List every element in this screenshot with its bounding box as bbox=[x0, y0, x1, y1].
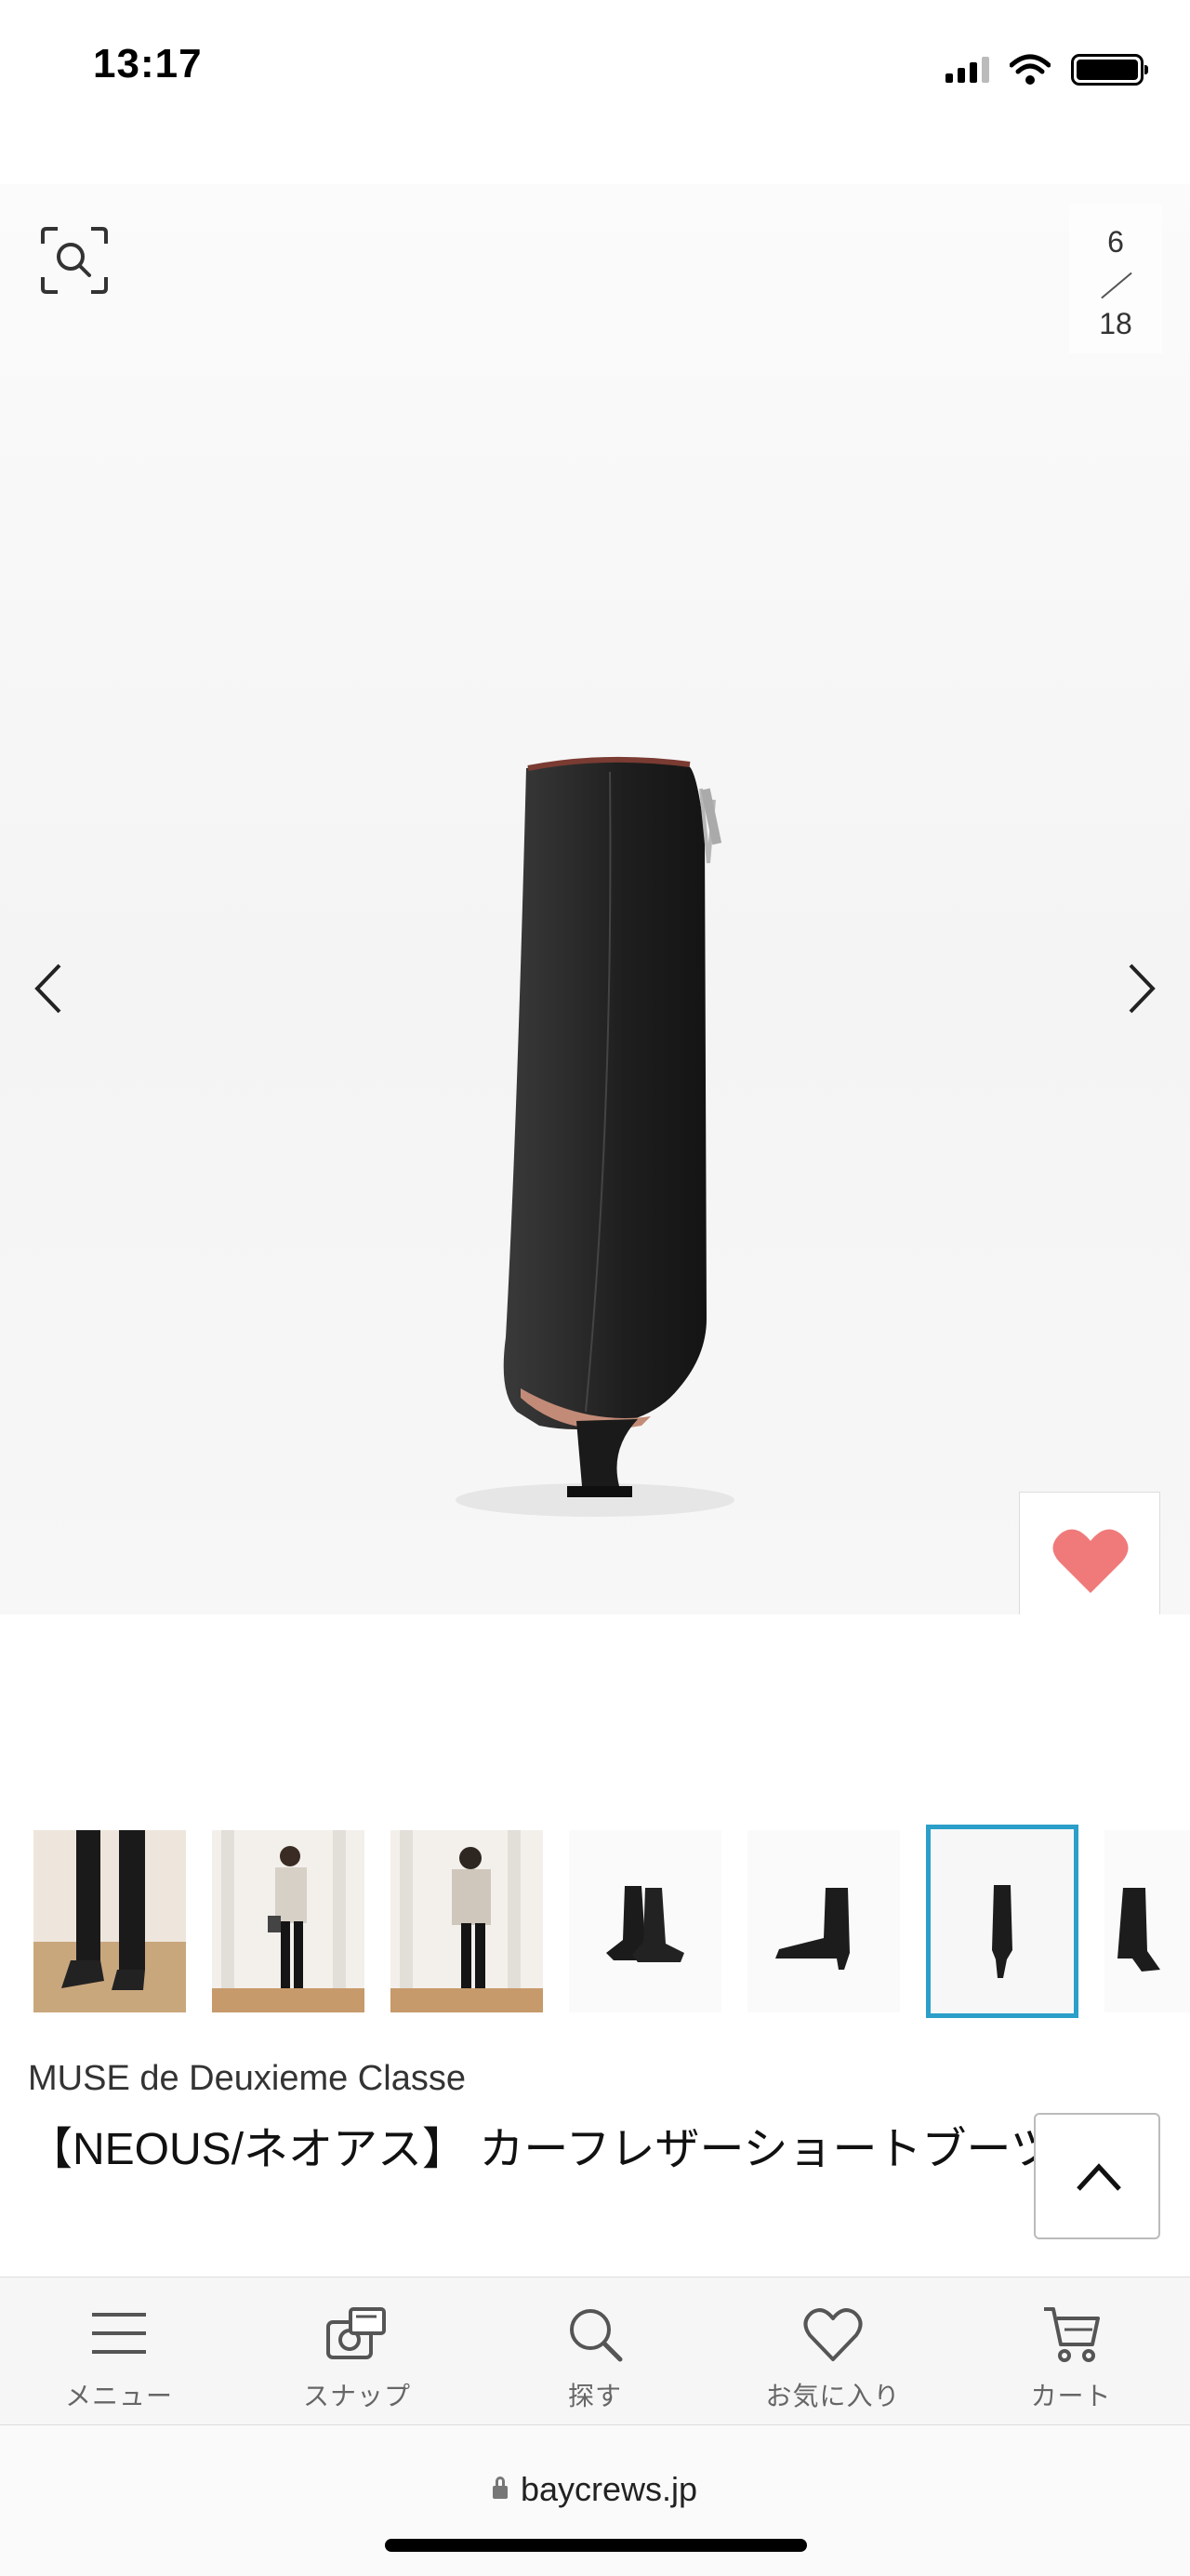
chevron-up-icon bbox=[1077, 2163, 1121, 2191]
image-counter-current: 6 bbox=[1107, 225, 1124, 259]
tab-snap[interactable]: スナップ bbox=[238, 2277, 476, 2424]
lock-icon bbox=[492, 2476, 508, 2499]
thumbnail-item[interactable] bbox=[33, 1830, 186, 2012]
camera-icon bbox=[326, 2307, 386, 2359]
status-time: 13:17 bbox=[93, 41, 203, 86]
image-counter: 6 18 bbox=[1069, 205, 1162, 353]
product-title: 【NEOUS/ネオアス】 カーフレザーショートブーツ bbox=[28, 2125, 1055, 2174]
heart-outline-icon bbox=[803, 2308, 863, 2361]
bottom-tab-bar: メニュー スナップ 探す お気に入り カート bbox=[0, 2277, 1190, 2425]
zoom-search-icon[interactable] bbox=[37, 223, 112, 298]
url-display[interactable]: baycrews.jp bbox=[0, 2470, 1190, 2509]
tab-label: 探す bbox=[567, 2382, 622, 2410]
status-icons bbox=[945, 54, 1148, 86]
tab-label: カート bbox=[1030, 2382, 1112, 2410]
heart-icon bbox=[1052, 1529, 1129, 1593]
tab-label: お気に入り bbox=[765, 2382, 901, 2410]
cellular-signal-icon bbox=[945, 57, 989, 83]
image-counter-divider bbox=[1101, 272, 1132, 299]
thumbnail-item-active[interactable] bbox=[926, 1825, 1078, 2018]
favorite-button[interactable]: 224 bbox=[1019, 1492, 1160, 1614]
tab-label: メニュー bbox=[64, 2382, 173, 2410]
cart-icon bbox=[1044, 2307, 1100, 2362]
search-icon bbox=[570, 2309, 623, 2362]
previous-image-button[interactable] bbox=[19, 956, 84, 1021]
thumbnail-strip[interactable] bbox=[33, 1825, 1190, 2020]
next-image-button[interactable] bbox=[1106, 956, 1171, 1021]
tab-favorites[interactable]: お気に入り bbox=[714, 2277, 952, 2424]
battery-icon bbox=[1071, 54, 1148, 86]
product-image-gallery[interactable]: 6 18 bbox=[0, 184, 1190, 1614]
url-text: baycrews.jp bbox=[520, 2470, 698, 2508]
tab-label: スナップ bbox=[302, 2382, 411, 2410]
browser-url-bar[interactable]: baycrews.jp bbox=[0, 2425, 1190, 2576]
home-indicator[interactable] bbox=[385, 2539, 807, 2552]
menu-icon bbox=[92, 2313, 146, 2354]
tab-cart[interactable]: カート bbox=[952, 2277, 1190, 2424]
chevron-right-icon bbox=[1129, 963, 1156, 1014]
scroll-to-top-button[interactable] bbox=[1034, 2113, 1160, 2239]
chevron-left-icon bbox=[34, 963, 61, 1014]
favorite-count: 224 bbox=[1020, 1612, 1159, 1614]
image-counter-total: 18 bbox=[1099, 307, 1132, 340]
tab-search[interactable]: 探す bbox=[476, 2277, 714, 2424]
thumbnail-item[interactable] bbox=[747, 1830, 900, 2012]
thumbnail-item[interactable] bbox=[1104, 1830, 1190, 2012]
tab-menu[interactable]: メニュー bbox=[0, 2277, 238, 2424]
status-bar: 13:17 bbox=[0, 0, 1190, 139]
thumbnail-item[interactable] bbox=[390, 1830, 543, 2012]
boot-product-image bbox=[456, 756, 734, 1517]
wifi-icon bbox=[1010, 54, 1051, 85]
brand-name[interactable]: MUSE de Deuxieme Classe bbox=[28, 2059, 466, 2099]
thumbnail-item[interactable] bbox=[569, 1830, 721, 2012]
thumbnail-item[interactable] bbox=[212, 1830, 364, 2012]
